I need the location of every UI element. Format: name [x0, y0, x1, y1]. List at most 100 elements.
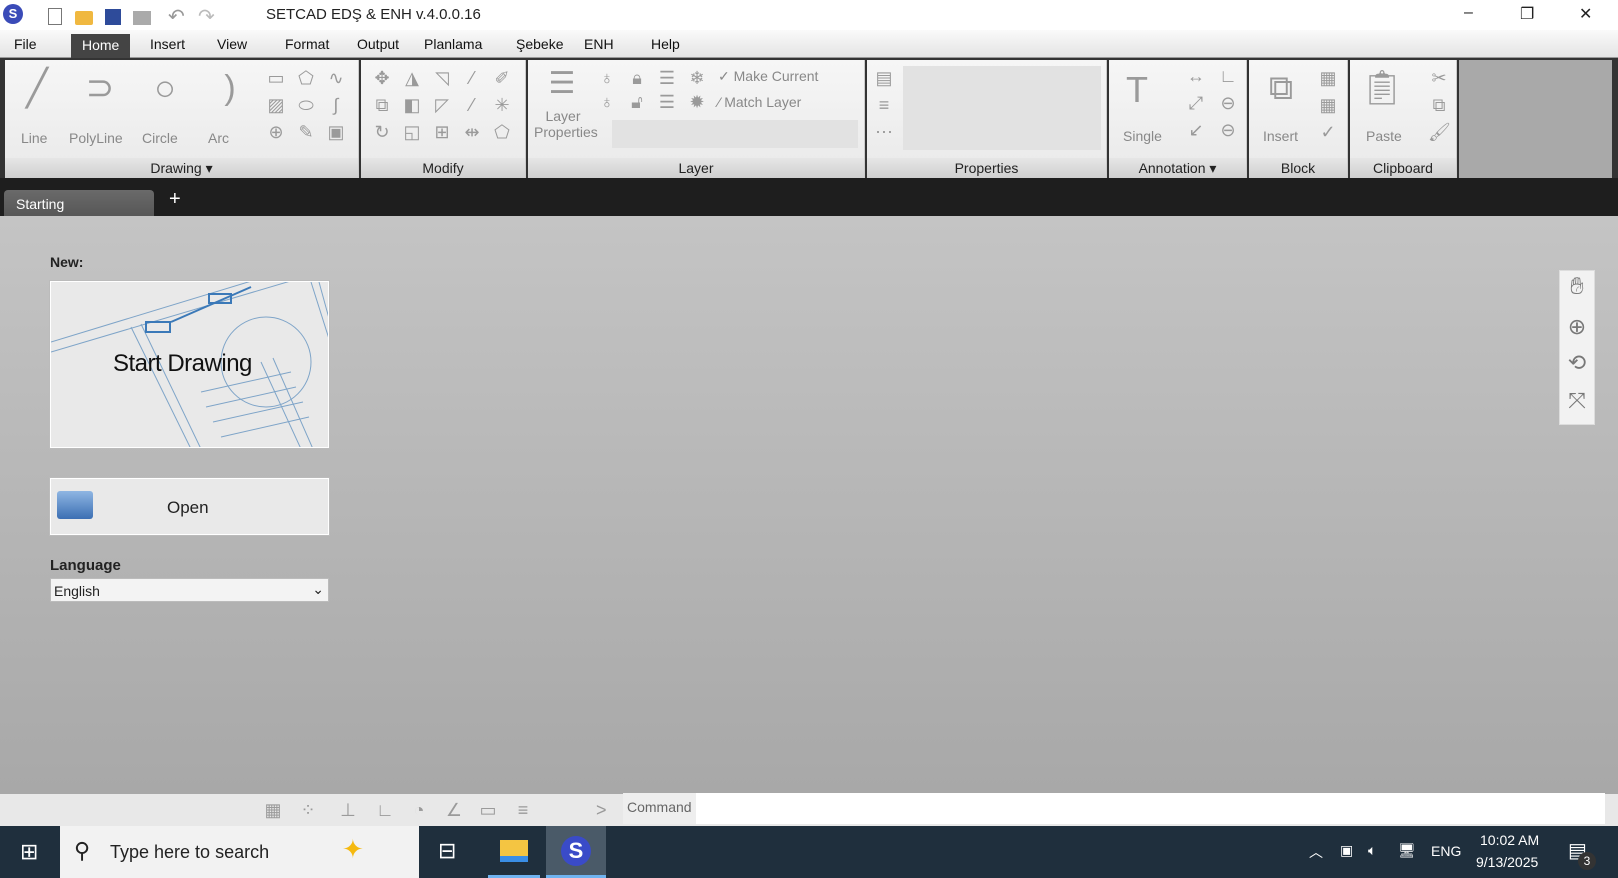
- polygon-icon[interactable]: ⬠: [295, 68, 317, 88]
- network-icon[interactable]: 🖥︎: [1398, 842, 1416, 859]
- single-text-button[interactable]: Single: [1123, 128, 1162, 144]
- curve-icon[interactable]: ∫: [325, 95, 347, 115]
- aligned-dimension-icon[interactable]: ⤢: [1185, 93, 1207, 113]
- camera-icon[interactable]: ▣: [1340, 842, 1353, 859]
- break-icon[interactable]: ⇹: [461, 122, 483, 142]
- extend-icon[interactable]: ⁄: [461, 95, 483, 115]
- layer-on-icon[interactable]: ♁: [596, 68, 618, 88]
- undo-icon[interactable]: ↶: [168, 4, 185, 29]
- linetype-icon[interactable]: ⋯: [873, 122, 895, 142]
- start-drawing-button[interactable]: Start Drawing: [49, 280, 330, 449]
- scale-icon[interactable]: ◧: [401, 95, 423, 115]
- layer-previous-icon[interactable]: ☰: [656, 68, 678, 88]
- minimize-button[interactable]: –: [1464, 4, 1473, 22]
- rectangle-icon[interactable]: ▭: [265, 68, 287, 88]
- color-icon[interactable]: ▤: [873, 68, 895, 88]
- close-button[interactable]: ✕: [1579, 4, 1592, 24]
- command-input[interactable]: Command: [623, 793, 1605, 824]
- clock-date[interactable]: 9/13/2025: [1476, 854, 1538, 870]
- tab-starting[interactable]: Starting: [4, 190, 154, 218]
- layer-properties-button[interactable]: Layer Properties: [534, 108, 598, 140]
- move-icon[interactable]: ✥: [371, 68, 393, 88]
- menu-enh[interactable]: ENH: [584, 36, 614, 52]
- offset-icon[interactable]: ⬠: [491, 122, 513, 142]
- cut-icon[interactable]: ✂: [1428, 68, 1450, 88]
- angular-dimension-icon[interactable]: ∟: [1217, 66, 1239, 86]
- ellipse-icon[interactable]: ⬭: [295, 95, 317, 115]
- lineweight-toggle-icon[interactable]: ≡: [512, 800, 534, 820]
- menu-format[interactable]: Format: [285, 36, 329, 52]
- grid-icon[interactable]: ▦: [262, 800, 284, 820]
- volume-icon[interactable]: 🔈︎: [1368, 842, 1376, 859]
- paste-button[interactable]: Paste: [1366, 128, 1402, 144]
- lineweight-icon[interactable]: ≡: [873, 95, 895, 115]
- new-file-icon[interactable]: [48, 8, 62, 25]
- rotate-icon[interactable]: ↻: [371, 122, 393, 142]
- annotation-group-label[interactable]: Annotation ▾: [1109, 158, 1246, 178]
- input-language[interactable]: ENG: [1431, 843, 1461, 859]
- open-button[interactable]: Open: [49, 477, 330, 536]
- circle-button[interactable]: Circle: [142, 130, 178, 146]
- menu-planlama[interactable]: Planlama: [424, 36, 482, 52]
- layer-next-icon[interactable]: ☰: [656, 92, 678, 112]
- linear-dimension-icon[interactable]: ↔: [1185, 66, 1207, 86]
- menu-view[interactable]: View: [217, 36, 247, 52]
- block-attribute-icon[interactable]: ✓: [1317, 122, 1339, 142]
- menu-sebeke[interactable]: Şebeke: [516, 36, 563, 52]
- redo-icon[interactable]: ↷: [198, 4, 215, 29]
- make-current-button[interactable]: ✓ Make Current: [718, 68, 818, 85]
- array-icon[interactable]: ⊞: [431, 122, 453, 142]
- stretch-icon[interactable]: ◱: [401, 122, 423, 142]
- fillet-icon[interactable]: ◹: [431, 68, 453, 88]
- print-icon[interactable]: [133, 11, 151, 25]
- layer-freeze-icon[interactable]: ❄: [686, 68, 708, 88]
- zoom-previous-icon[interactable]: ⟲: [1566, 352, 1588, 374]
- match-properties-icon[interactable]: 🖌︎: [1428, 122, 1451, 142]
- menu-home[interactable]: Home: [71, 34, 131, 58]
- trim-icon[interactable]: ⁄: [461, 68, 483, 88]
- drawing-group-label[interactable]: Drawing ▾: [5, 158, 358, 178]
- hatch-icon[interactable]: ▨: [265, 95, 287, 115]
- layer-thaw-icon[interactable]: ✹: [686, 92, 708, 112]
- menu-insert[interactable]: Insert: [150, 36, 185, 52]
- pan-hand-icon[interactable]: ✋︎: [1566, 275, 1588, 299]
- restore-button[interactable]: ❐: [1520, 4, 1534, 24]
- explode-icon[interactable]: ✳: [491, 95, 513, 115]
- layer-off-icon[interactable]: ♁: [596, 92, 618, 112]
- snap-icon[interactable]: ⁘: [297, 800, 319, 820]
- point-icon[interactable]: ⊕: [265, 122, 287, 142]
- insert-button[interactable]: Insert: [1263, 128, 1298, 144]
- save-icon[interactable]: [105, 9, 121, 25]
- zoom-extents-icon[interactable]: ⤧: [1566, 390, 1588, 412]
- angle-icon[interactable]: ∠: [443, 800, 465, 820]
- copy-icon[interactable]: ⧉: [371, 95, 393, 115]
- osnap-icon[interactable]: ◔: [408, 800, 430, 820]
- zoom-window-icon[interactable]: ⊕: [1566, 316, 1588, 338]
- layer-lock-icon[interactable]: 🔒︎: [626, 68, 648, 88]
- dynamic-input-icon[interactable]: ▭: [477, 800, 499, 820]
- spline-icon[interactable]: ∿: [325, 68, 347, 88]
- task-view-icon[interactable]: ⊟: [438, 838, 456, 864]
- show-hidden-icons[interactable]: ︿: [1309, 842, 1323, 862]
- edit-block-icon[interactable]: ▦: [1317, 95, 1339, 115]
- menu-file[interactable]: File: [14, 36, 37, 52]
- pencil-icon[interactable]: ✎: [295, 122, 317, 142]
- match-layer-button[interactable]: ⁄ Match Layer: [718, 94, 801, 110]
- add-tab-button[interactable]: +: [169, 188, 181, 211]
- chamfer-icon[interactable]: ◸: [431, 95, 453, 115]
- copy-clip-icon[interactable]: ⧉: [1428, 95, 1450, 115]
- menu-output[interactable]: Output: [357, 36, 399, 52]
- file-explorer-taskbar-button[interactable]: [488, 826, 540, 878]
- mirror-icon[interactable]: ◮: [401, 68, 423, 88]
- arc-button[interactable]: Arc: [208, 130, 229, 146]
- taskbar-search[interactable]: ⚲ Type here to search ✦: [60, 826, 419, 878]
- erase-icon[interactable]: ✐: [491, 68, 513, 88]
- line-button[interactable]: Line: [21, 130, 47, 146]
- properties-panel[interactable]: [903, 66, 1101, 150]
- polyline-button[interactable]: PolyLine: [69, 130, 123, 146]
- layer-unlock-icon[interactable]: 🔓︎: [626, 92, 648, 112]
- menu-help[interactable]: Help: [651, 36, 680, 52]
- create-block-icon[interactable]: ▦: [1317, 68, 1339, 88]
- leader-icon[interactable]: ↙: [1185, 120, 1207, 140]
- layer-dropdown[interactable]: [612, 120, 858, 148]
